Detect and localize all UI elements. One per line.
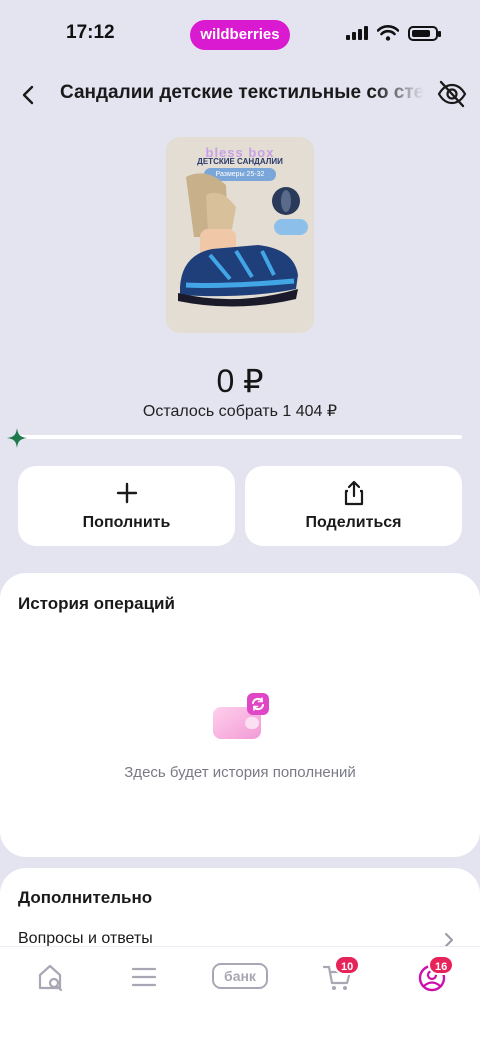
topup-label: Пополнить — [82, 514, 171, 531]
status-time: 17:12 — [66, 22, 115, 43]
wallet-refresh-icon — [213, 693, 269, 739]
eye-off-icon[interactable] — [436, 78, 468, 110]
brand-pill: wildberries — [190, 20, 290, 50]
nav-cart[interactable]: 10 — [318, 955, 361, 993]
page-title: Сандалии детские текстильные со стел — [60, 82, 424, 103]
menu-icon — [131, 967, 157, 987]
header: Сандалии детские текстильные со стел — [0, 70, 480, 118]
cart-badge: 10 — [334, 955, 361, 975]
share-button[interactable]: Поделиться — [245, 466, 462, 546]
nav-bank[interactable]: банк — [210, 961, 270, 993]
collected-amount: 0 ₽ — [216, 363, 264, 399]
product-image[interactable]: bless box ДЕТСКИЕ САНДАЛИИ Размеры 25-32 — [166, 137, 314, 333]
battery-level — [412, 29, 430, 37]
profile-badge: 16 — [428, 955, 455, 975]
bottom-nav: банк 10 16 — [0, 946, 480, 1041]
topup-button[interactable]: Пополнить — [18, 466, 235, 546]
title-fade — [374, 74, 424, 114]
history-empty-text: Здесь будет история пополнений — [124, 764, 356, 781]
status-icons — [346, 22, 441, 44]
sandal-illustration — [178, 173, 308, 307]
nav-home[interactable] — [32, 961, 72, 993]
extra-title: Дополнительно — [18, 888, 153, 907]
nav-catalog[interactable] — [124, 961, 164, 993]
share-icon — [344, 480, 363, 506]
wifi-icon — [377, 25, 399, 41]
progress-bar — [18, 435, 462, 439]
history-title: История операций — [18, 594, 175, 613]
nav-profile[interactable]: 16 — [412, 955, 455, 993]
share-label: Поделиться — [305, 514, 402, 531]
battery-icon — [408, 25, 441, 41]
star-icon — [7, 428, 27, 448]
signal-icon — [346, 26, 368, 40]
remaining-amount: Осталось собрать 1 404 ₽ — [142, 403, 338, 420]
plus-icon — [116, 482, 137, 504]
status-bar: 17:12 wildberries — [0, 0, 480, 66]
home-search-icon — [38, 964, 63, 992]
history-card: История операций Здесь будет история поп… — [0, 573, 480, 857]
bank-label: банк — [212, 963, 268, 989]
chevron-left-icon[interactable] — [14, 80, 44, 110]
